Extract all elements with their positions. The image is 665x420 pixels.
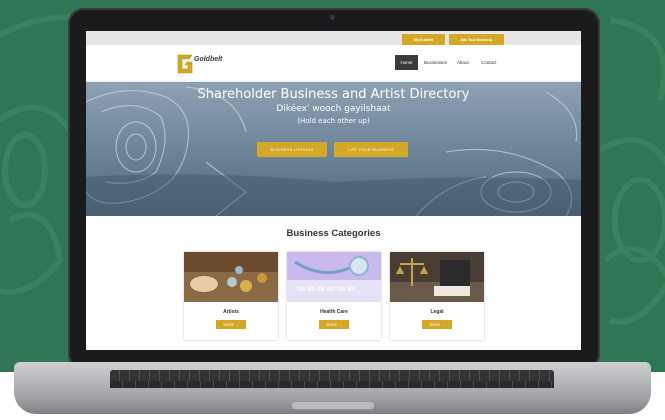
keyboard-row [110, 381, 554, 388]
hero-banner: Shareholder Business and Artist Director… [86, 82, 581, 216]
hero-subtitle: Dikéex' wooch gayilshaat [276, 104, 391, 114]
category-card-health-care[interactable]: Health Care MORE → [287, 252, 381, 340]
artists-image [184, 252, 278, 302]
business-listings-button[interactable]: BUSINESS LISTINGS [257, 142, 327, 157]
camera-icon [330, 15, 335, 20]
hero-title: Shareholder Business and Artist Director… [197, 87, 470, 102]
card-title-artists: Artists [223, 309, 239, 315]
nav-contact[interactable]: Contact [481, 60, 497, 65]
more-button-artists[interactable]: MORE → [216, 320, 246, 329]
laptop-screen: MyGoldbelt Add Your Business Goldbelt Ho… [86, 31, 581, 350]
category-card-artists[interactable]: Artists MORE → [184, 252, 278, 340]
goldbelt-logo-icon[interactable] [176, 53, 194, 75]
main-nav [86, 45, 581, 82]
legal-image [390, 252, 484, 302]
nav-home[interactable]: Home [395, 55, 418, 70]
card-title-legal: Legal [430, 309, 444, 315]
health-care-image [287, 252, 381, 302]
logo-text[interactable]: Goldbelt [194, 56, 222, 63]
card-title-health-care: Health Care [320, 309, 348, 315]
categories-title: Business Categories [286, 228, 381, 239]
nav-businesses[interactable]: Businesses [424, 60, 447, 65]
more-button-legal[interactable]: MORE → [422, 320, 452, 329]
more-button-health-care[interactable]: MORE → [319, 320, 349, 329]
list-your-business-button[interactable]: LIST YOUR BUSINESS [334, 142, 408, 157]
trackpad [292, 402, 374, 410]
category-card-legal[interactable]: Legal MORE → [390, 252, 484, 340]
hero-subtitle-translation: (Hold each other up) [297, 117, 370, 125]
nav-about[interactable]: About [457, 60, 469, 65]
utility-bar: MyGoldbelt Add Your Business [86, 31, 581, 46]
